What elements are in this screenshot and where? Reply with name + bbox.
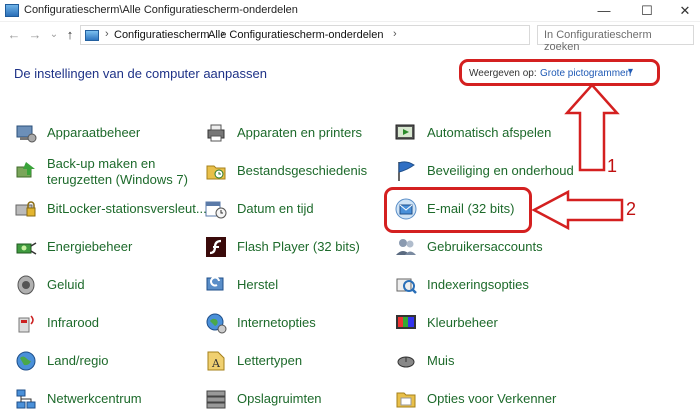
item-label: Opslagruimten: [237, 391, 322, 406]
annotation-number-1: 1: [607, 156, 618, 176]
color-management-icon: [396, 315, 416, 329]
item-label: Automatisch afspelen: [427, 125, 552, 140]
printer-icon: [207, 124, 225, 142]
item-flash-player[interactable]: Flash Player (32 bits): [204, 233, 384, 261]
calendar-clock-icon: [205, 201, 227, 219]
svg-text:A: A: [211, 357, 221, 370]
item-label: Herstel: [237, 277, 279, 292]
mail-icon: [395, 198, 417, 220]
folder-options-icon: [396, 392, 416, 408]
item-backup-restore[interactable]: Back-up maken en terugzetten (Windows 7): [14, 156, 194, 188]
item-email[interactable]: E-mail (32 bits): [394, 195, 594, 223]
item-power-options[interactable]: Energiebeheer: [14, 233, 194, 261]
item-fonts[interactable]: A Lettertypen: [204, 347, 384, 375]
security-flag-icon: [398, 161, 415, 181]
item-label: Gebruikersaccounts: [427, 239, 543, 254]
item-label: Energiebeheer: [47, 239, 133, 254]
item-label: Opties voor Verkenner: [427, 391, 557, 406]
item-color-management[interactable]: Kleurbeheer: [394, 309, 594, 337]
item-mouse[interactable]: Muis: [394, 347, 594, 375]
item-file-history[interactable]: Bestandsgeschiedenis: [204, 157, 384, 185]
item-label: Muis: [427, 353, 455, 368]
speaker-icon: [17, 275, 35, 295]
item-label: Apparaatbeheer: [47, 125, 141, 140]
item-user-accounts[interactable]: Gebruikersaccounts: [394, 233, 594, 261]
item-network-center[interactable]: Netwerkcentrum: [14, 385, 194, 413]
item-label: Flash Player (32 bits): [237, 239, 360, 254]
item-internet-options[interactable]: Internetopties: [204, 309, 384, 337]
item-label: Land/regio: [47, 353, 109, 368]
users-icon: [396, 239, 416, 255]
item-date-time[interactable]: Datum en tijd: [204, 195, 384, 223]
autoplay-icon: [395, 124, 415, 140]
item-label: Lettertypen: [237, 353, 303, 368]
internet-options-icon: [206, 313, 227, 334]
item-label-line1: Back-up maken en: [47, 156, 156, 171]
recovery-icon: [206, 276, 224, 291]
power-icon: [16, 242, 37, 255]
item-devices-printers[interactable]: Apparaten en printers: [204, 119, 384, 147]
item-label: Bestandsgeschiedenis: [237, 163, 368, 178]
item-label: Indexeringsopties: [427, 277, 529, 292]
item-label-line2: terugzetten (Windows 7): [47, 172, 188, 187]
item-device-manager[interactable]: Apparaatbeheer: [14, 119, 194, 147]
item-label: Apparaten en printers: [237, 125, 363, 140]
item-infrared[interactable]: Infrarood: [14, 309, 194, 337]
item-label: Geluid: [47, 277, 85, 292]
item-region[interactable]: Land/regio: [14, 347, 194, 375]
item-autoplay[interactable]: Automatisch afspelen: [394, 119, 594, 147]
item-recovery[interactable]: Herstel: [204, 271, 384, 299]
item-label: Infrarood: [47, 315, 100, 330]
item-label: Netwerkcentrum: [47, 391, 142, 406]
item-folder-options[interactable]: Opties voor Verkenner: [394, 385, 594, 413]
item-label: BitLocker-stationsversleut...: [47, 201, 207, 216]
globe-icon: [16, 351, 36, 371]
annotation-number-2: 2: [626, 199, 637, 219]
storage-icon: [206, 390, 226, 409]
infrared-icon: [18, 315, 34, 333]
item-label: Beveiliging en onderhoud: [427, 163, 574, 178]
indexing-icon: [396, 278, 417, 294]
device-manager-icon: [16, 125, 37, 143]
flash-icon: [206, 237, 226, 257]
item-label: E-mail (32 bits): [427, 201, 515, 216]
item-label: Internetopties: [237, 315, 316, 330]
item-sound[interactable]: Geluid: [14, 271, 194, 299]
item-storage-spaces[interactable]: Opslagruimten: [204, 385, 384, 413]
network-icon: [16, 389, 36, 409]
mouse-icon: [397, 356, 415, 368]
item-security-maintenance[interactable]: Beveiliging en onderhoud: [394, 157, 594, 185]
item-indexing-options[interactable]: Indexeringsopties: [394, 271, 594, 299]
bitlocker-icon: [15, 201, 36, 217]
backup-icon: [16, 162, 35, 178]
item-label: Kleurbeheer: [427, 315, 498, 330]
file-history-icon: [206, 165, 226, 180]
item-label: Back-up maken en terugzetten (Windows 7): [47, 156, 188, 188]
item-bitlocker[interactable]: BitLocker-stationsversleut...: [14, 195, 207, 223]
fonts-icon: A: [207, 351, 225, 371]
item-label: Datum en tijd: [237, 201, 314, 216]
